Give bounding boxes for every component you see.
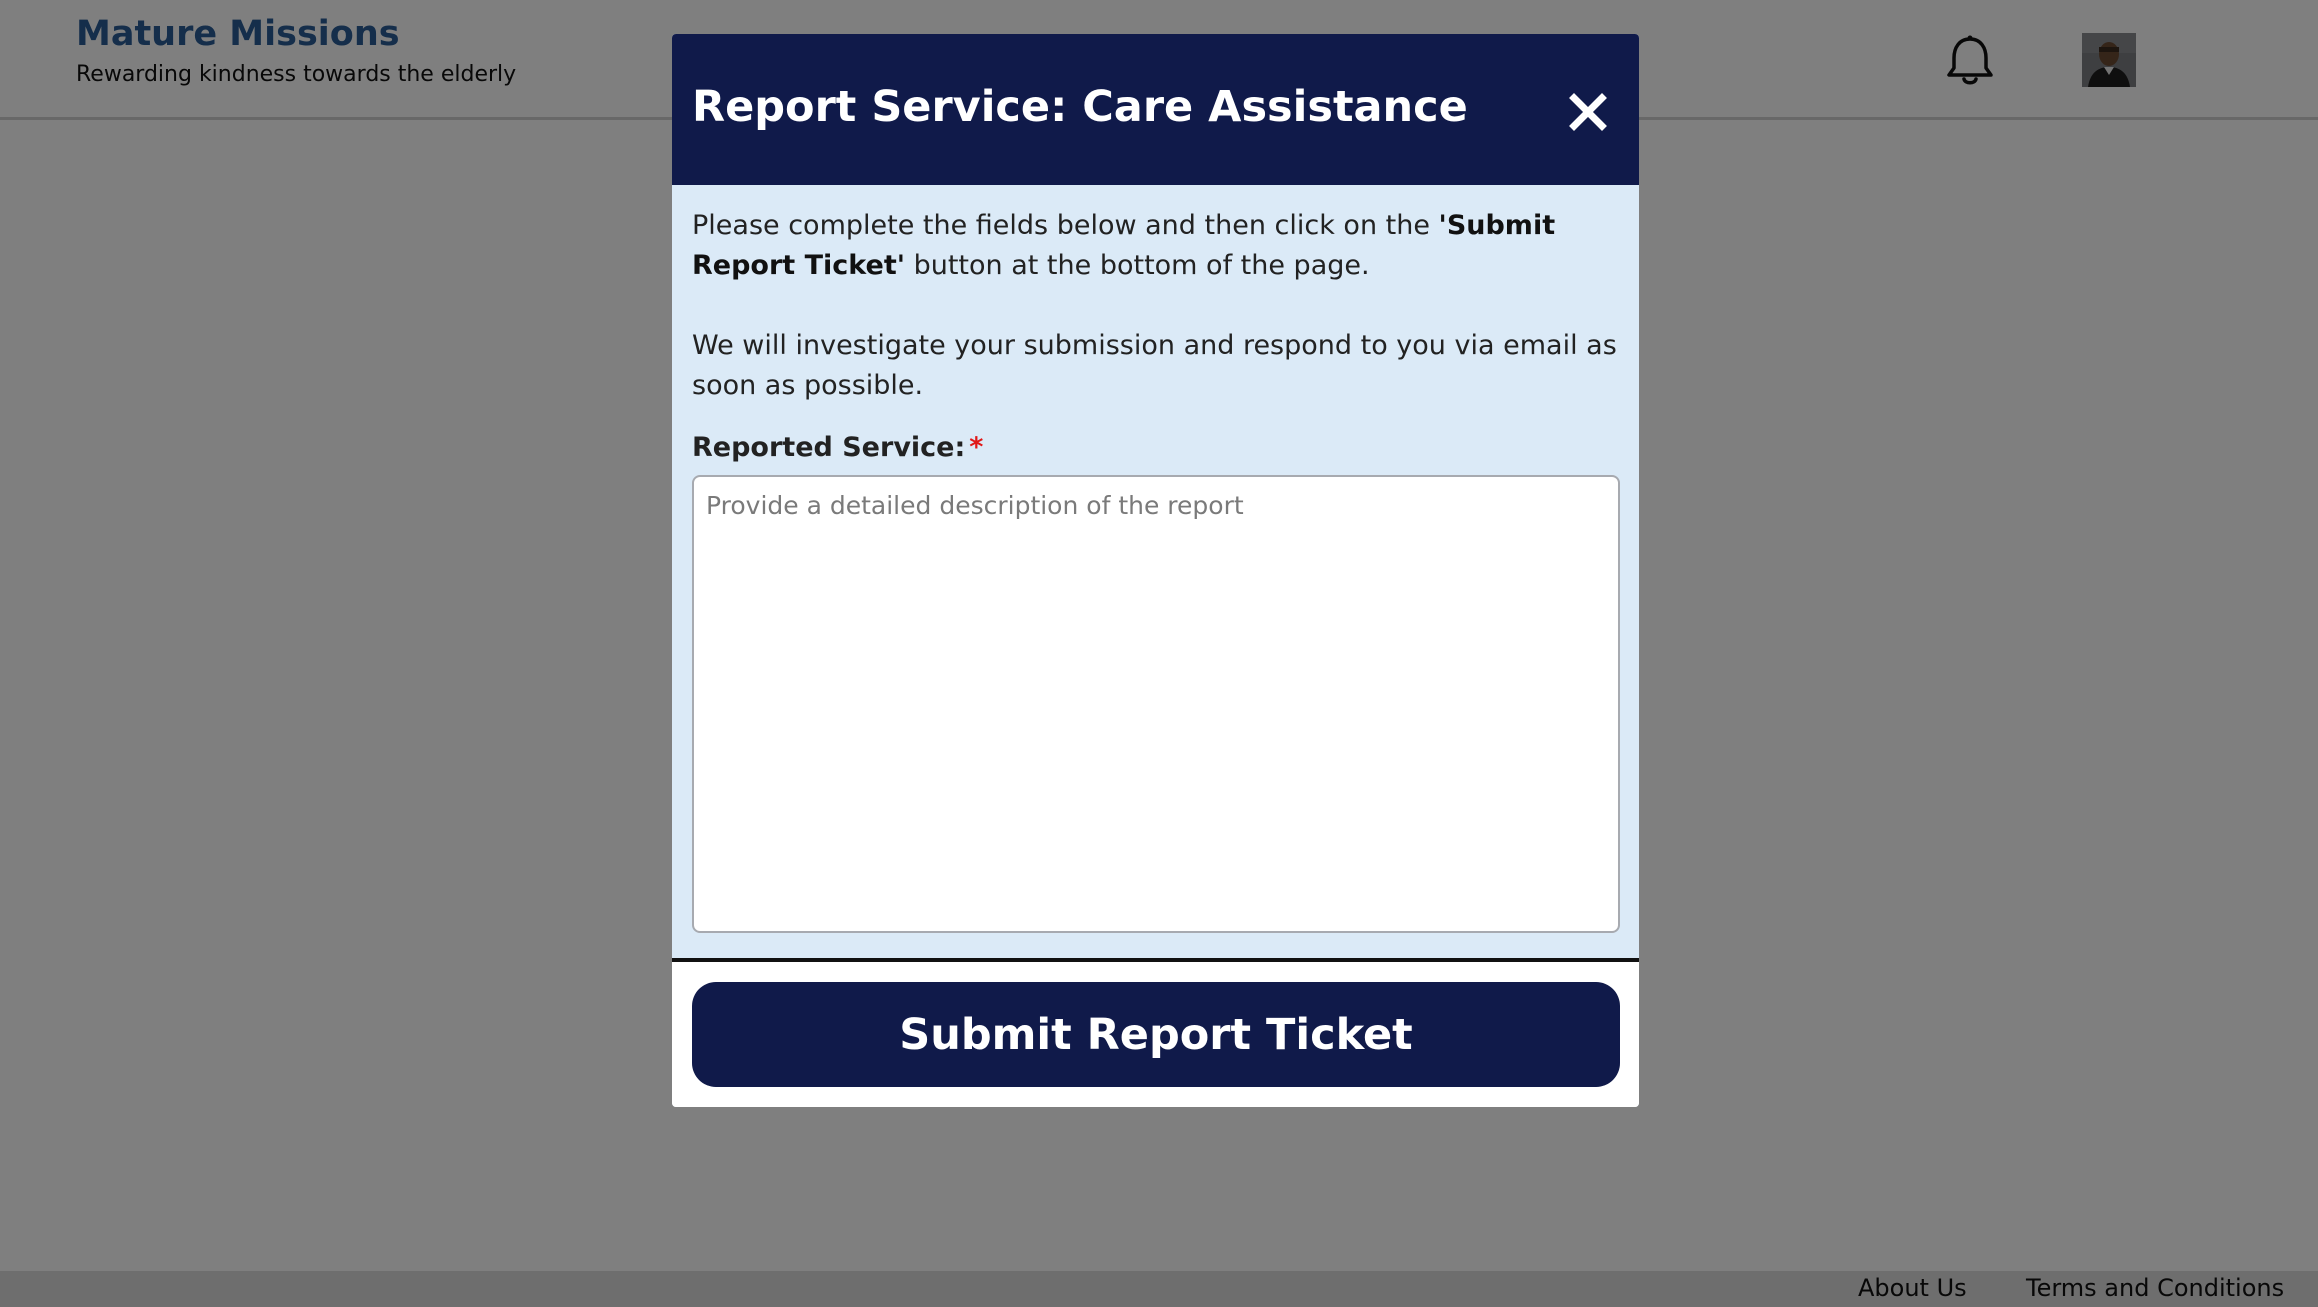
modal-header: Report Service: Care Assistance xyxy=(672,34,1639,185)
report-description-input[interactable] xyxy=(692,475,1620,933)
followup-text: We will investigate your submission and … xyxy=(692,330,1617,401)
modal-footer: Submit Report Ticket xyxy=(672,958,1639,1107)
instructions-after: button at the bottom of the page. xyxy=(905,250,1370,281)
page: Mature Missions Rewarding kindness towar… xyxy=(0,0,2318,1307)
instructions-before: Please complete the fields below and the… xyxy=(692,210,1439,241)
instructions-text: Please complete the fields below and the… xyxy=(692,206,1619,286)
modal-title: Report Service: Care Assistance xyxy=(692,82,1468,132)
required-marker: * xyxy=(969,432,984,463)
report-service-modal: Report Service: Care Assistance Please c… xyxy=(672,34,1639,1107)
reported-service-label: Reported Service: * xyxy=(692,432,983,463)
close-icon[interactable] xyxy=(1565,89,1611,135)
submit-report-button[interactable]: Submit Report Ticket xyxy=(692,982,1620,1087)
field-label-text: Reported Service: xyxy=(692,432,966,463)
